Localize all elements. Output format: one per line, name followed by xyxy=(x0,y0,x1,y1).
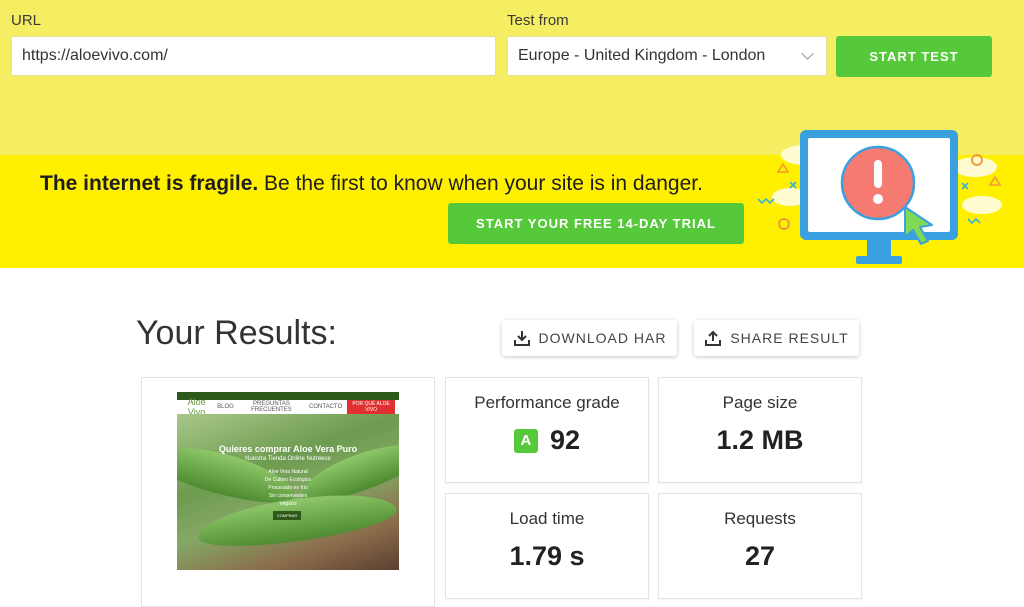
thumb-nav-item: CONTACTO xyxy=(309,404,343,410)
banner-headline-rest: Be the first to know when your site is i… xyxy=(258,172,703,195)
performance-grade-label: Performance grade xyxy=(474,393,620,412)
page-size-card: Page size 1.2 MB xyxy=(658,377,862,483)
share-result-button[interactable]: SHARE RESULT xyxy=(694,320,859,356)
thumb-line: Vegano xyxy=(279,501,297,507)
thumb-heading: Quieres comprar Aloe Vera Puro xyxy=(218,444,358,454)
start-test-button[interactable]: START TEST xyxy=(836,36,992,77)
test-from-label: Test from xyxy=(507,12,569,29)
download-har-label: DOWNLOAD HAR xyxy=(538,330,667,346)
thumb-line: Procesado en frío xyxy=(268,485,308,491)
thumb-nav-item: PREGUNTAS FRECUENTES xyxy=(251,401,292,413)
test-from-select[interactable]: Europe - United Kingdom - London xyxy=(507,36,827,76)
thumb-line: Aloe Vera Natural xyxy=(268,469,308,475)
requests-label: Requests xyxy=(724,509,796,528)
url-input[interactable] xyxy=(11,36,496,76)
thumb-buy-button: COMPRAR xyxy=(273,511,301,520)
thumb-nav-item: BLOG xyxy=(217,404,234,410)
share-icon xyxy=(705,330,722,346)
thumb-nav: Aloe Vivo BLOG PREGUNTAS FRECUENTES CONT… xyxy=(177,397,399,417)
test-from-value: Europe - United Kingdom - London xyxy=(518,47,766,64)
load-time-label: Load time xyxy=(509,509,585,528)
requests-value: 27 xyxy=(744,541,776,571)
performance-grade-card: Performance grade A 92 xyxy=(445,377,649,483)
page-size-value: 1.2 MB xyxy=(716,425,804,455)
results-title: Your Results: xyxy=(136,314,337,352)
download-icon xyxy=(513,331,530,346)
thumb-hero: Quieres comprar Aloe Vera Puro Nuestra T… xyxy=(177,414,399,570)
thumb-line: De Cultivo Ecológico xyxy=(264,477,312,483)
download-har-button[interactable]: DOWNLOAD HAR xyxy=(502,320,677,356)
free-trial-button[interactable]: START YOUR FREE 14-DAY TRIAL xyxy=(448,203,744,244)
banner-headline: The internet is fragile. Be the first to… xyxy=(40,172,703,196)
performance-score: 92 xyxy=(549,425,581,455)
banner-headline-bold: The internet is fragile. xyxy=(40,172,259,195)
page-screenshot[interactable]: Aloe Vivo BLOG PREGUNTAS FRECUENTES CONT… xyxy=(177,392,399,570)
monitor-alert-icon xyxy=(757,130,1002,264)
thumb-line: Sin conservantes xyxy=(268,493,308,499)
url-label: URL xyxy=(11,12,42,29)
share-result-label: SHARE RESULT xyxy=(730,330,849,346)
requests-card: Requests 27 xyxy=(658,493,862,599)
grade-badge: A xyxy=(513,428,538,453)
thumb-nav-cta: POR QUÉ ALOE VIVO xyxy=(347,400,395,414)
performance-grade-value: A 92 xyxy=(446,425,648,456)
promo-banner: The internet is fragile. Be the first to… xyxy=(0,130,1024,268)
chevron-down-icon xyxy=(801,47,814,60)
load-time-value: 1.79 s xyxy=(509,541,585,571)
page-screenshot-card: Aloe Vivo BLOG PREGUNTAS FRECUENTES CONT… xyxy=(141,377,435,607)
page-size-label: Page size xyxy=(722,393,798,412)
load-time-card: Load time 1.79 s xyxy=(445,493,649,599)
thumb-subheading: Nuestra Tienda Online Nutreece xyxy=(245,456,331,462)
